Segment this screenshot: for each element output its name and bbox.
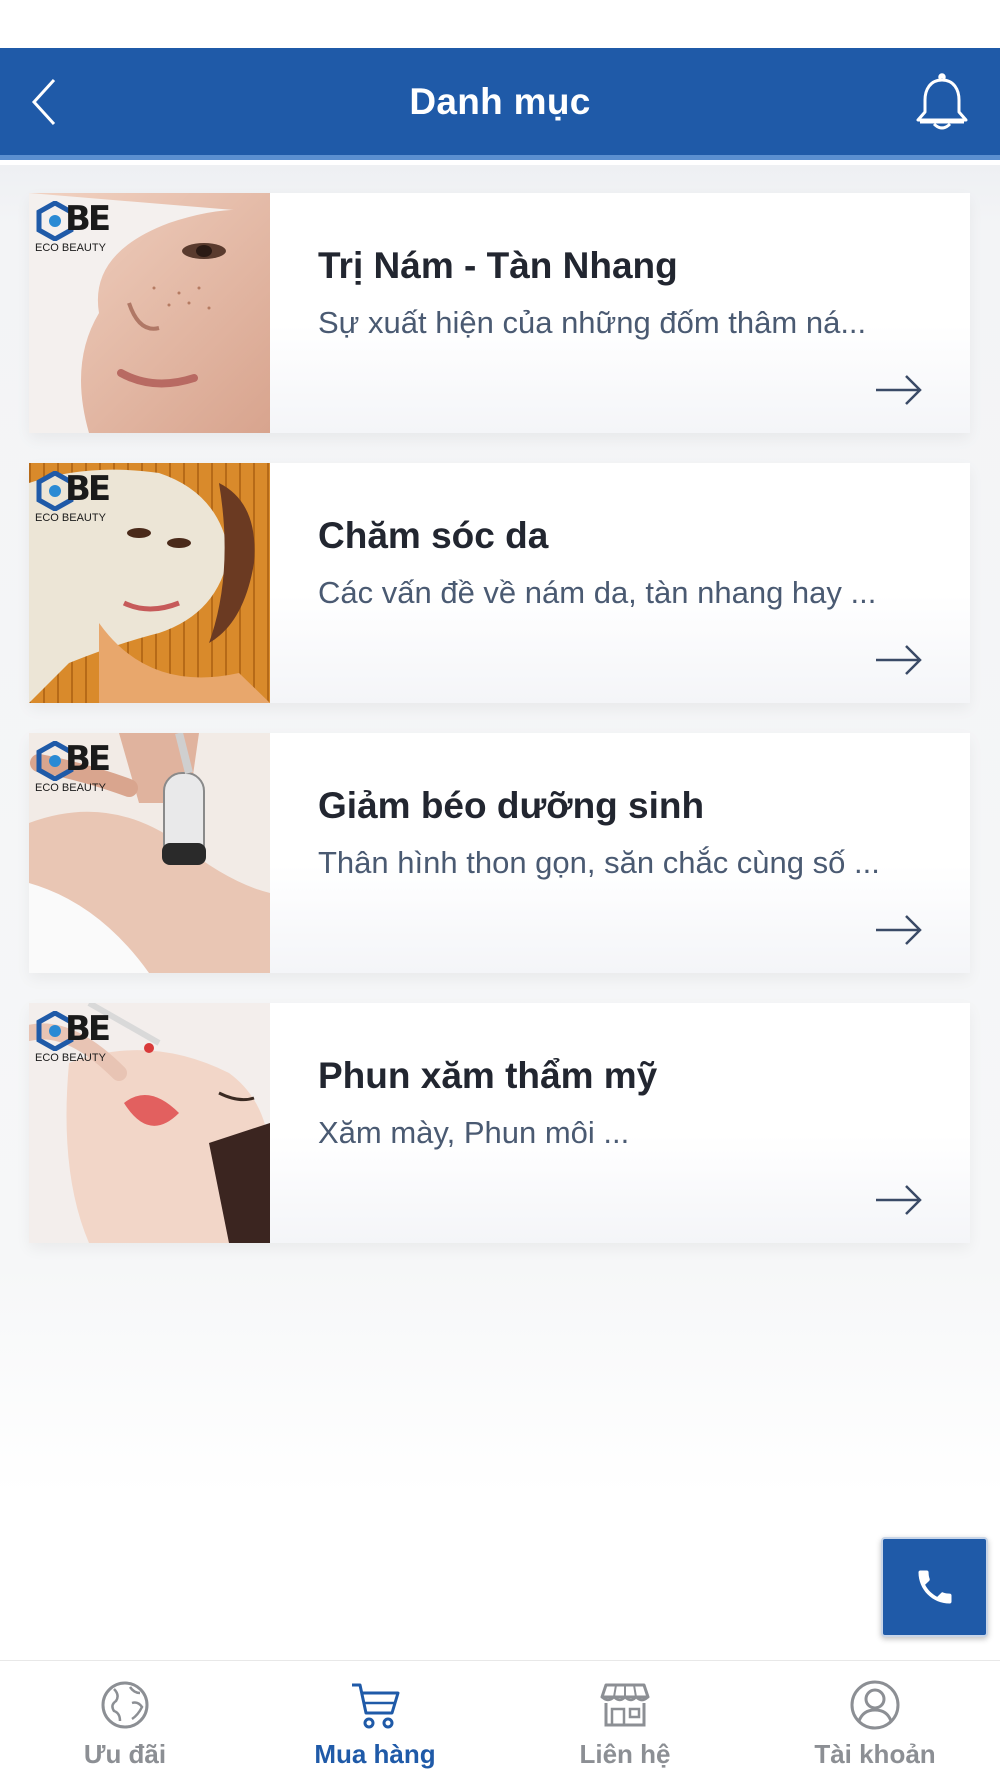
phone-icon — [918, 1570, 951, 1604]
page-title: Danh mục — [409, 80, 591, 122]
eco-beauty-logo: BE ECO BEAUTY — [35, 469, 111, 524]
category-description: Các vấn đề về nám da, tàn nhang hay ... — [318, 575, 877, 610]
store-icon — [600, 1683, 650, 1727]
category-title: Giảm béo dưỡng sinh — [318, 785, 705, 826]
eco-beauty-logo: BE ECO BEAUTY — [35, 1009, 111, 1064]
eco-beauty-logo: BE ECO BEAUTY — [35, 199, 111, 254]
back-chevron-icon[interactable] — [22, 72, 82, 132]
freckled-face-photo: BE ECO BEAUTY — [29, 193, 270, 433]
status-bar-area — [0, 0, 1000, 48]
category-title: Phun xăm thẩm mỹ — [318, 1055, 658, 1096]
category-card[interactable]: BE ECO BEAUTY Trị Nám - Tàn Nhang Sự xuấ… — [29, 193, 970, 433]
tab-label: Mua hàng — [314, 1739, 436, 1769]
tab-label: Liên hệ — [579, 1739, 671, 1769]
globe-icon — [101, 1681, 149, 1729]
category-description: Thân hình thon gọn, săn chắc cùng số ... — [318, 845, 880, 880]
category-card[interactable]: BE ECO BEAUTY Giảm béo dưỡng sinh Thân h… — [29, 733, 970, 973]
bell-icon[interactable] — [912, 72, 972, 134]
category-card[interactable]: BE ECO BEAUTY Phun xăm thẩm mỹ Xăm mày, … — [29, 1003, 970, 1243]
tab-lien-he[interactable]: Liên hệ — [500, 1661, 750, 1778]
lip-tattoo-photo: BE ECO BEAUTY — [29, 1003, 270, 1243]
app-header: Danh mục — [0, 48, 1000, 160]
category-description: Xăm mày, Phun môi ... — [318, 1115, 630, 1150]
category-title: Trị Nám - Tàn Nhang — [318, 245, 678, 286]
body-slimming-photo: BE ECO BEAUTY — [29, 733, 270, 973]
arrow-right-icon[interactable] — [874, 913, 924, 947]
bottom-tab-bar: Ưu đãi Mua hàng Liên hệ Tài khoản — [0, 1660, 1000, 1778]
category-list: BE ECO BEAUTY Trị Nám - Tàn Nhang Sự xuấ… — [0, 165, 1000, 1660]
tab-label: Ưu đãi — [83, 1739, 167, 1769]
tab-tai-khoan[interactable]: Tài khoản — [750, 1661, 1000, 1778]
cart-icon — [352, 1683, 400, 1729]
user-icon — [850, 1680, 900, 1730]
arrow-right-icon[interactable] — [874, 643, 924, 677]
tab-label: Tài khoản — [814, 1739, 936, 1769]
tab-uu-dai[interactable]: Ưu đãi — [0, 1661, 250, 1778]
category-title: Chăm sóc da — [318, 515, 549, 556]
arrow-right-icon[interactable] — [874, 1183, 924, 1217]
face-mask-photo: BE ECO BEAUTY — [29, 463, 270, 703]
category-description: Sự xuất hiện của những đốm thâm ná... — [318, 305, 867, 340]
eco-beauty-logo: BE ECO BEAUTY — [35, 739, 111, 794]
arrow-right-icon[interactable] — [874, 373, 924, 407]
call-button[interactable] — [881, 1537, 988, 1637]
category-card[interactable]: BE ECO BEAUTY Chăm sóc da Các vấn đề về … — [29, 463, 970, 703]
tab-mua-hang[interactable]: Mua hàng — [250, 1661, 500, 1778]
